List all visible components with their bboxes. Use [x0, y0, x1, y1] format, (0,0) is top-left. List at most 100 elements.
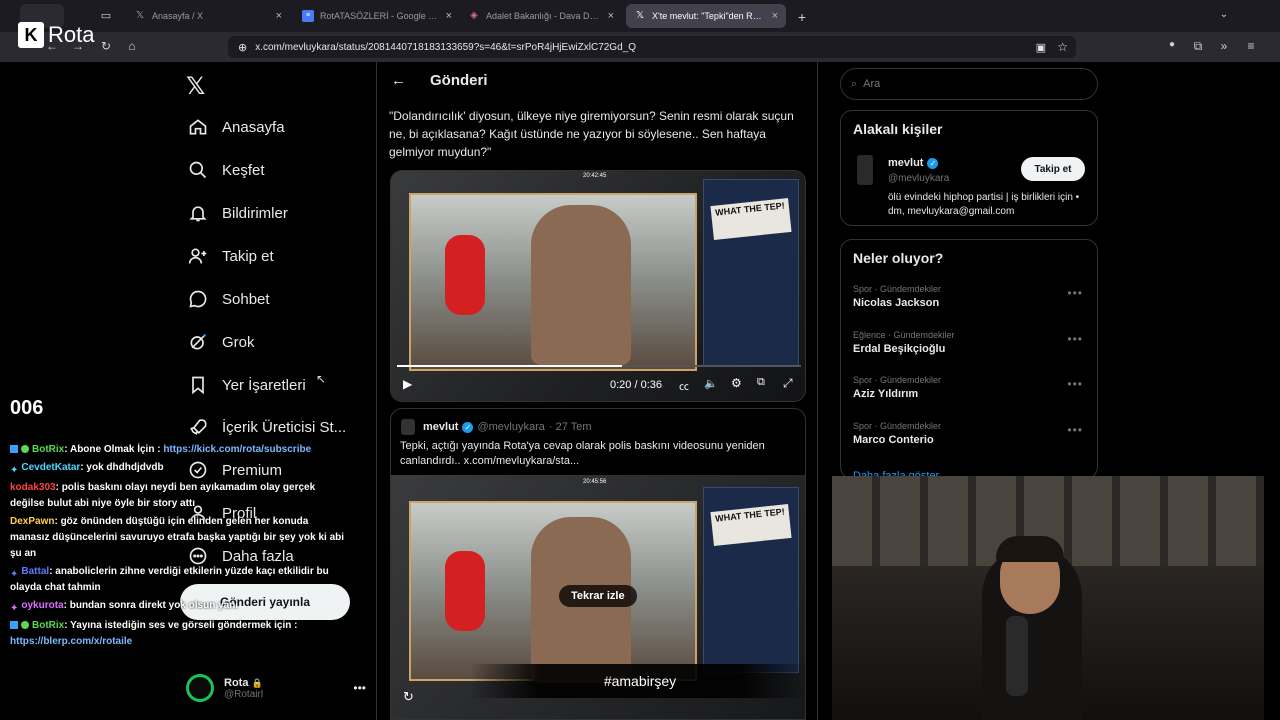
quote-text: Tepki, açtığı yayında Rota'ya cevap olar…: [400, 440, 765, 467]
close-tab-icon[interactable]: ×: [276, 10, 282, 22]
bookmark-star-icon[interactable]: ☆: [1057, 40, 1068, 54]
bot-badge-icon: [10, 621, 18, 630]
microphone-shape: [445, 235, 485, 315]
sidebar-item-grok[interactable]: Grok: [186, 327, 255, 357]
what-the-tep-logo: WHAT THE TEP!: [710, 504, 792, 546]
back-arrow-icon[interactable]: ←: [391, 72, 406, 89]
sparkle-icon: ✦: [10, 569, 19, 581]
overflow-chevrons-icon[interactable]: »: [1216, 39, 1232, 53]
menu-icon[interactable]: ≡: [1243, 39, 1259, 53]
reload-icon[interactable]: ↻: [98, 39, 114, 53]
what-the-tep-logo: WHAT THE TEP!: [710, 198, 792, 240]
tab-adalet-bakanligi[interactable]: ◈ Adalet Bakanlığı - Dava Dosyası ×: [460, 4, 622, 28]
fullscreen-icon[interactable]: ⤢: [783, 376, 793, 391]
chat-username: BotRix: [32, 444, 65, 455]
home-icon[interactable]: ⌂: [124, 39, 140, 53]
trend-item[interactable]: Eğlence · Gündemdekiler Erdal Beşikçioğl…: [853, 330, 1093, 355]
stream-logo-text: Rota: [48, 22, 95, 47]
chat-username: kodak303: [10, 482, 56, 493]
post-column: ← Gönderi "Dolandırıcılık' diyosun, ülke…: [376, 62, 818, 720]
volume-icon[interactable]: 🔈: [704, 377, 718, 390]
chat-text: : bundan sonra direkt yok olsun yani: [63, 600, 239, 611]
x-logo-icon[interactable]: 𝕏: [186, 72, 205, 101]
video-progress-track[interactable]: [397, 365, 801, 367]
grok-icon: [186, 330, 210, 354]
replay-icon[interactable]: ↻: [403, 689, 414, 705]
captions-icon[interactable]: ㏄: [679, 378, 689, 393]
tab-anasayfa[interactable]: 𝕏 Anasayfa / X ×: [126, 4, 290, 28]
person-name[interactable]: mevlut: [888, 157, 923, 169]
sidebar-item-explore[interactable]: Keşfet: [186, 155, 265, 185]
close-tab-icon[interactable]: ×: [772, 10, 778, 22]
trend-category: Eğlence · Gündemdekiler: [853, 330, 955, 340]
post-video[interactable]: 20:42:45 WHAT THE TEP! ▶ 0:20 / 0:36 ㏄ 🔈…: [390, 170, 806, 402]
trend-category: Spor · Gündemdekiler: [853, 284, 942, 294]
trend-item[interactable]: Spor · Gündemdekiler Marco Conterio: [853, 421, 1093, 446]
stream-logo: K Rota: [18, 22, 94, 48]
new-tab-icon[interactable]: +: [794, 9, 810, 25]
sidebar-item-creator-studio[interactable]: İçerik Üreticisi St...: [186, 412, 346, 442]
sidebar-item-chat[interactable]: Sohbet: [186, 284, 270, 314]
url-bar[interactable]: ⊕ x.com/mevluykara/status/20814407181831…: [228, 36, 1076, 58]
trend-more-icon[interactable]: •••: [1067, 377, 1083, 391]
trend-more-icon[interactable]: •••: [1067, 332, 1083, 346]
close-tab-icon[interactable]: ×: [608, 10, 614, 22]
avatar[interactable]: [857, 155, 873, 185]
account-name: Rota: [224, 676, 249, 689]
sidebar-item-follow[interactable]: Takip et: [186, 241, 274, 271]
chat-link[interactable]: https://blerp.com/x/rotaile: [10, 636, 132, 647]
verified-badge-icon: [21, 445, 29, 454]
account-switcher[interactable]: Rota 🔒 @Rotairl •••: [186, 668, 366, 708]
profile-icon[interactable]: ●: [1164, 39, 1180, 50]
quote-author-handle: @mevluykara: [477, 421, 545, 433]
chat-message: BotRix: Abone Olmak İçin : https://kick.…: [10, 442, 350, 458]
search-box[interactable]: ⌕ Ara: [840, 68, 1098, 100]
quote-date: · 27 Tem: [548, 421, 592, 433]
chat-link[interactable]: https://kick.com/rota/subscribe: [163, 444, 311, 455]
sidebar-item-home[interactable]: Anasayfa: [186, 112, 285, 142]
verified-badge-icon: ✓: [927, 157, 939, 169]
person-shape: [531, 205, 631, 365]
trend-more-icon[interactable]: •••: [1067, 286, 1083, 300]
tab-google-docs[interactable]: ≡ RotATASÖZLERİ - Google Doküm ×: [294, 4, 460, 28]
settings-gear-icon[interactable]: ⚙: [731, 376, 742, 390]
stream-side-panel: WHAT THE TEP!: [703, 179, 799, 367]
follow-button[interactable]: Takip et: [1021, 157, 1085, 181]
site-info-icon[interactable]: ⊕: [238, 41, 247, 54]
verified-badge-icon: ✓: [462, 421, 474, 433]
trend-name: Nicolas Jackson: [853, 297, 940, 309]
sidebar-toggle-icon[interactable]: ▭: [98, 9, 114, 22]
close-tab-icon[interactable]: ×: [446, 10, 452, 22]
url-text[interactable]: x.com/mevluykara/status/2081440718183133…: [255, 42, 636, 53]
chat-message: ✦ oykurota: bundan sonra direkt yok olsun…: [10, 598, 350, 614]
tab-list-chevron-icon[interactable]: ⌄: [1216, 9, 1232, 20]
chat-text: : yok dhdhdjdvdb: [80, 462, 164, 473]
chat-text: : anaboliclerin zihne verdiği etkilerin …: [10, 566, 329, 593]
quote-author-name: mevlut: [423, 421, 459, 433]
stream-counter: 006: [10, 397, 44, 419]
video-time: 0:20 / 0:36: [610, 379, 662, 391]
extensions-icon[interactable]: ⧉: [1190, 39, 1206, 54]
chat-text: : göz önünden düştüğü için elinden gelen…: [10, 516, 345, 559]
rota-logo-icon: K: [18, 22, 44, 48]
play-icon[interactable]: ▶: [403, 377, 412, 391]
trend-category: Spor · Gündemdekiler: [853, 375, 942, 385]
chat-message: ✦ CevdetKatar: yok dhdhdjdvdb: [10, 460, 350, 476]
person-handle: @mevluykara: [888, 173, 950, 184]
more-dots-icon[interactable]: •••: [353, 681, 366, 695]
trend-more-icon[interactable]: •••: [1067, 423, 1083, 437]
browser-nav-bar: ← → ↻ ⌂ ⊕ x.com/mevluykara/status/208144…: [0, 32, 1280, 62]
sidebar-item-bookmarks[interactable]: Yer İşaretleri: [186, 370, 306, 400]
trend-item[interactable]: Spor · Gündemdekiler Nicolas Jackson: [853, 284, 1093, 309]
replay-button[interactable]: Tekrar izle: [559, 585, 637, 607]
chat-message: DexPawn: göz önünden düştüğü için elinde…: [10, 514, 350, 562]
person-name-row[interactable]: mevlut ✓: [888, 157, 939, 169]
picture-in-picture-icon[interactable]: ▣: [1036, 41, 1046, 54]
sidebar-item-notifications[interactable]: Bildirimler: [186, 198, 288, 228]
pip-icon[interactable]: ⧉: [757, 376, 765, 389]
trends-card: Neler oluyor? Spor · Gündemdekiler Nicol…: [840, 239, 1098, 479]
trend-item[interactable]: Spor · Gündemdekiler Aziz Yıldırım: [853, 375, 1093, 400]
chat-message: BotRix: Yayına istediğin ses ve görseli …: [10, 618, 350, 650]
tab-x-post[interactable]: 𝕏 X'te mevlut: "Tepki"den Rota'ya ×: [626, 4, 786, 28]
home-icon: [186, 115, 210, 139]
